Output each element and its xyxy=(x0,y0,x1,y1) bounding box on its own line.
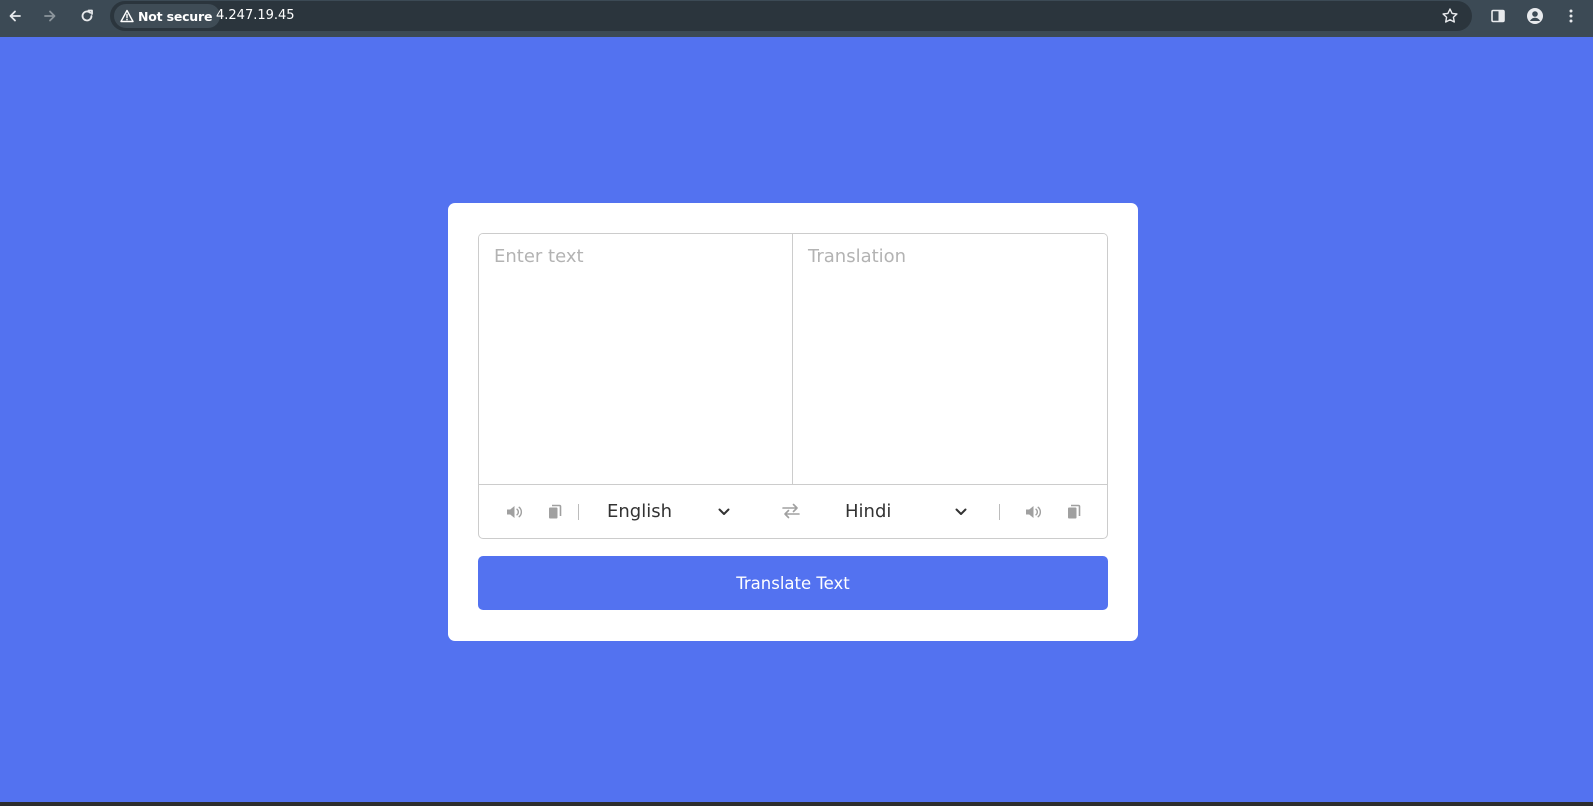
copy-icon xyxy=(549,504,562,518)
translation-output[interactable] xyxy=(793,234,1107,484)
side-panel-icon xyxy=(1491,9,1505,23)
chevron-down-icon xyxy=(718,508,730,515)
text-areas xyxy=(479,234,1107,485)
text-panel: English Hindi xyxy=(478,233,1108,539)
swap-arrows-icon xyxy=(782,503,800,519)
target-speak-button[interactable] xyxy=(1023,501,1045,523)
translator-card: English Hindi xyxy=(448,203,1138,641)
menu-dots-icon xyxy=(1569,9,1573,23)
swap-languages-button[interactable] xyxy=(780,500,802,522)
copy-icon xyxy=(1068,504,1081,518)
divider xyxy=(999,503,1000,520)
divider xyxy=(578,503,579,520)
address-bar[interactable]: Not secure 4.247.19.45 xyxy=(110,1,1472,31)
target-controls: Hindi xyxy=(845,485,1085,538)
source-copy-button[interactable] xyxy=(544,501,566,523)
forward-arrow-icon xyxy=(44,10,56,22)
browser-menu-button[interactable] xyxy=(1559,4,1583,28)
toolbar-divider xyxy=(0,32,1593,37)
url-text[interactable]: 4.247.19.45 xyxy=(216,8,295,23)
target-copy-button[interactable] xyxy=(1063,501,1085,523)
warning-icon xyxy=(120,9,134,23)
reload-icon xyxy=(81,9,93,22)
source-language-select[interactable]: English xyxy=(607,501,730,522)
target-language-label: Hindi xyxy=(845,501,892,522)
forward-button[interactable] xyxy=(38,4,62,28)
chevron-down-icon xyxy=(955,508,967,515)
profile-button[interactable] xyxy=(1523,4,1547,28)
side-panel-button[interactable] xyxy=(1486,4,1510,28)
target-language-select[interactable]: Hindi xyxy=(845,501,967,522)
source-text-input[interactable] xyxy=(479,234,793,484)
source-controls: English xyxy=(504,485,759,538)
security-indicator[interactable]: Not secure xyxy=(114,4,221,28)
speaker-icon xyxy=(1026,505,1042,518)
translate-button[interactable]: Translate Text xyxy=(478,556,1108,610)
back-arrow-icon xyxy=(9,10,21,22)
browser-toolbar: Not secure 4.247.19.45 xyxy=(0,0,1593,32)
profile-icon xyxy=(1527,8,1543,24)
speaker-icon xyxy=(507,505,523,518)
back-button[interactable] xyxy=(3,4,27,28)
window-bottom-edge xyxy=(0,802,1593,806)
source-speak-button[interactable] xyxy=(504,501,526,523)
controls-row: English Hindi xyxy=(479,485,1107,538)
reload-button[interactable] xyxy=(75,4,99,28)
security-label: Not secure xyxy=(138,8,213,24)
bookmark-button[interactable] xyxy=(1438,4,1462,28)
source-language-label: English xyxy=(607,501,672,522)
star-icon xyxy=(1442,8,1458,23)
